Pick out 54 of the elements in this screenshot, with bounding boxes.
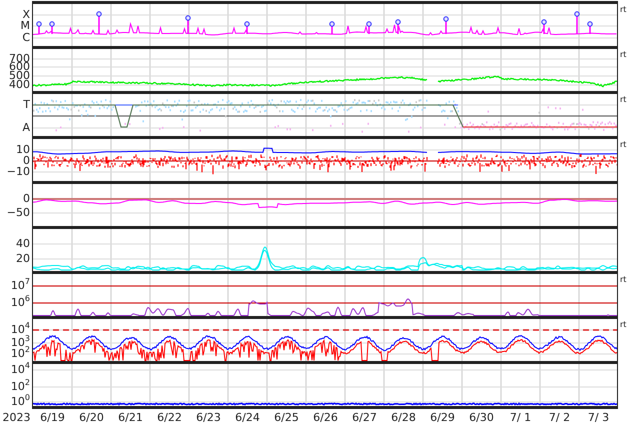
axis-tick-label: 10$^{2}$ bbox=[10, 348, 30, 360]
flare-marker bbox=[541, 19, 547, 34]
rt-label: rt bbox=[620, 95, 626, 104]
axis-tick-label: M bbox=[20, 20, 30, 32]
axis-tick-label: C bbox=[22, 32, 30, 44]
axis-tick-label: 10$^{4}$ bbox=[10, 324, 30, 336]
axis-tick-label: 10$^{6}$ bbox=[10, 297, 30, 309]
axis-tick-label: 10$^{7}$ bbox=[10, 280, 30, 292]
axis-tick-label: 10$^{4}$ bbox=[10, 364, 30, 376]
axis-tick-label: 0 bbox=[23, 193, 30, 205]
axis-tick-label: 400 bbox=[9, 79, 30, 91]
rt-label: rt bbox=[620, 320, 626, 329]
date-label: 6/28 bbox=[391, 411, 416, 424]
flare-marker bbox=[49, 21, 55, 34]
axis-tick-label: T bbox=[23, 99, 30, 111]
rt-label: rt bbox=[620, 50, 626, 59]
date-label: 7/ 1 bbox=[510, 411, 532, 424]
flare-marker bbox=[96, 11, 102, 34]
axis-tick-label: −50 bbox=[6, 207, 30, 219]
axis-tick-label: X bbox=[22, 9, 30, 21]
flare-marker bbox=[244, 21, 250, 34]
axis-tick-label: 20 bbox=[16, 253, 30, 265]
date-label: 7/ 2 bbox=[548, 411, 570, 424]
date-label: 6/20 bbox=[79, 411, 104, 424]
axis-tick-label: 10 bbox=[16, 144, 30, 156]
flare-marker bbox=[185, 15, 191, 34]
flare-marker bbox=[395, 19, 401, 34]
date-label: 6/21 bbox=[118, 411, 143, 424]
date-label: 6/27 bbox=[352, 411, 377, 424]
axis-tick-label: 0 bbox=[23, 155, 30, 167]
date-label: 6/22 bbox=[157, 411, 182, 424]
date-label: 7/ 3 bbox=[588, 411, 610, 424]
flare-marker bbox=[587, 21, 593, 34]
axis-tick-label: A bbox=[22, 122, 30, 134]
axis-tick-label: 10$^{0}$ bbox=[10, 396, 30, 408]
flare-marker bbox=[329, 21, 335, 34]
date-label: 6/25 bbox=[274, 411, 299, 424]
date-label: 6/29 bbox=[430, 411, 455, 424]
rt-label: rt bbox=[620, 275, 626, 284]
date-label: 6/24 bbox=[235, 411, 260, 424]
year-label: 2023 bbox=[2, 411, 30, 424]
rt-label: rt bbox=[620, 140, 626, 149]
axis-tick-label: −10 bbox=[6, 166, 30, 178]
date-label: 6/30 bbox=[469, 411, 494, 424]
rt-label: rt bbox=[620, 5, 626, 14]
flare-marker bbox=[574, 11, 580, 34]
date-label: 6/23 bbox=[196, 411, 221, 424]
flare-marker bbox=[366, 21, 372, 34]
axis-tick-label: 10$^{2}$ bbox=[10, 381, 30, 393]
flare-marker bbox=[36, 21, 42, 34]
date-label: 6/26 bbox=[313, 411, 338, 424]
flare-marker bbox=[443, 16, 449, 34]
date-label: 6/19 bbox=[40, 411, 65, 424]
axis-tick-label: 40 bbox=[16, 238, 30, 250]
